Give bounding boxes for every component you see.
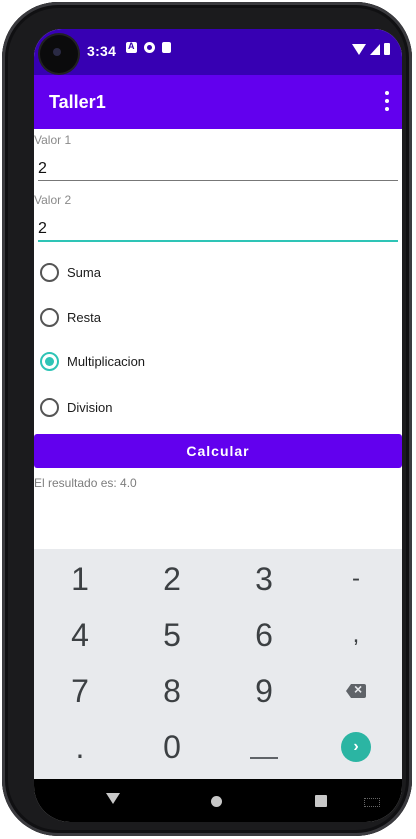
valor1-label: Valor 1: [34, 133, 72, 147]
front-camera: [40, 35, 78, 73]
device-frame: 3:34 Taller1 Valor 1 2 Valor 2 2: [2, 2, 412, 836]
radio-division-label: Division: [67, 400, 113, 415]
key-comma[interactable]: ,: [310, 607, 402, 663]
system-icons: [352, 43, 390, 55]
notification-circle-icon: [144, 42, 155, 53]
valor2-underline: [38, 240, 398, 242]
valor2-label: Valor 2: [34, 193, 72, 207]
back-icon[interactable]: [106, 793, 120, 804]
key-9[interactable]: 9: [218, 663, 310, 719]
radio-checked-icon: [40, 352, 59, 371]
valor1-input[interactable]: 2: [38, 160, 47, 178]
radio-resta[interactable]: Resta: [40, 308, 101, 327]
radio-division[interactable]: Division: [40, 398, 113, 417]
home-icon[interactable]: [211, 796, 222, 807]
screen: 3:34 Taller1 Valor 1 2 Valor 2 2: [34, 29, 402, 822]
sd-card-icon: [162, 42, 171, 53]
status-time: 3:34: [87, 43, 117, 59]
radio-circle-icon: [40, 263, 59, 282]
numeric-keyboard: 1 2 3 - 4 5 6 , 7 8 9 . 0 ›: [34, 549, 402, 779]
battery-icon: [384, 43, 390, 55]
backspace-icon: [346, 684, 366, 698]
radio-suma-label: Suma: [67, 265, 101, 280]
radio-circle-icon: [40, 398, 59, 417]
key-6[interactable]: 6: [218, 607, 310, 663]
recents-icon[interactable]: [315, 795, 327, 807]
key-period[interactable]: .: [34, 719, 126, 775]
result-text: El resultado es: 4.0: [34, 476, 137, 490]
app-title: Taller1: [49, 92, 106, 112]
wifi-icon: [352, 43, 366, 55]
valor2-input[interactable]: 2: [38, 220, 47, 238]
radio-suma[interactable]: Suma: [40, 263, 101, 282]
radio-circle-icon: [40, 308, 59, 327]
enter-icon: ›: [341, 732, 371, 762]
overflow-menu-icon[interactable]: [384, 91, 390, 111]
key-2[interactable]: 2: [126, 551, 218, 607]
valor1-underline: [38, 180, 398, 181]
key-enter[interactable]: ›: [310, 719, 402, 775]
radio-multiplicacion[interactable]: Multiplicacion: [40, 352, 145, 371]
key-8[interactable]: 8: [126, 663, 218, 719]
keyboard-switch-icon[interactable]: [364, 798, 380, 807]
key-5[interactable]: 5: [126, 607, 218, 663]
radio-multiplicacion-label: Multiplicacion: [67, 354, 146, 369]
navigation-bar: [34, 779, 402, 822]
key-0[interactable]: 0: [126, 719, 218, 775]
key-space[interactable]: [218, 719, 310, 775]
radio-resta-label: Resta: [67, 310, 101, 325]
notification-icons: [126, 41, 171, 53]
status-bar: 3:34: [34, 29, 402, 75]
key-1[interactable]: 1: [34, 551, 126, 607]
space-icon: [250, 757, 278, 759]
app-bar: Taller1: [34, 75, 402, 129]
key-3[interactable]: 3: [218, 551, 310, 607]
key-minus[interactable]: -: [310, 551, 402, 607]
notification-a-icon: [126, 41, 137, 53]
key-7[interactable]: 7: [34, 663, 126, 719]
signal-icon: [370, 43, 380, 55]
calcular-button[interactable]: Calcular: [34, 434, 402, 468]
key-4[interactable]: 4: [34, 607, 126, 663]
key-backspace[interactable]: [310, 663, 402, 719]
